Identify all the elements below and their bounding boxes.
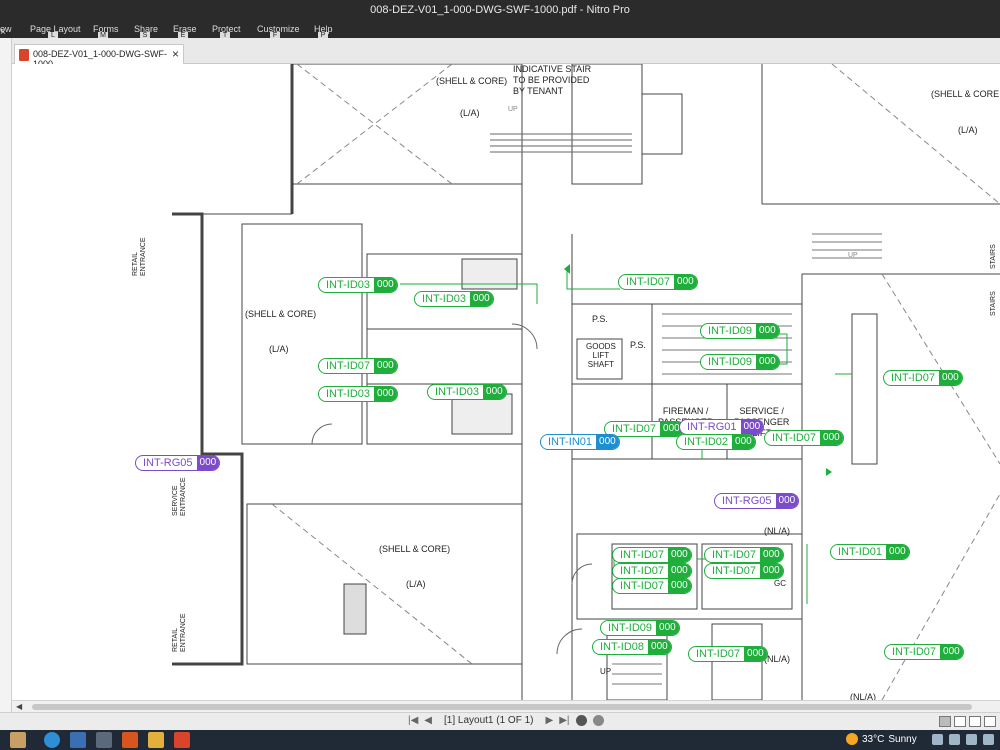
tray-app-icon[interactable] xyxy=(949,734,960,745)
start-icon[interactable] xyxy=(10,732,26,748)
weather-widget[interactable]: 33°C Sunny xyxy=(846,733,917,745)
markup-tag[interactable]: INT-ID03 000 xyxy=(414,291,494,307)
view-mode-buttons xyxy=(939,716,996,727)
markup-tag[interactable]: INT-ID07 000 xyxy=(618,274,698,290)
markup-tag[interactable]: INT-ID09 000 xyxy=(700,354,780,370)
pdf-file-icon xyxy=(19,49,29,61)
service-entrance-label: SERVICE ENTRANCE xyxy=(172,477,187,516)
markup-tag[interactable]: INT-ID08 000 xyxy=(592,639,672,655)
stair-note: INDICATIVE STAIR TO BE PROVIDED BY TENAN… xyxy=(513,64,592,96)
prev-page-button[interactable]: ◀ xyxy=(424,715,432,726)
left-panel-strip xyxy=(0,38,12,712)
edge-icon[interactable] xyxy=(44,732,60,748)
room-label: (SHELL & CORE) xyxy=(436,76,508,86)
markup-tag[interactable]: INT-ID07 000 xyxy=(688,646,768,662)
tab-view[interactable]: ew xyxy=(0,24,12,34)
gc-label: GC xyxy=(774,579,786,588)
page-navigation: |◀ ◀ [1] Layout1 (1 OF 1) ▶ ▶| xyxy=(408,715,604,726)
network-icon[interactable] xyxy=(966,734,977,745)
up-label: UP xyxy=(600,667,612,676)
markup-tag[interactable]: INT-ID09 000 xyxy=(600,620,680,636)
last-page-button[interactable]: ▶| xyxy=(559,715,569,726)
retail-entrance-label: RETAIL ENTRANCE xyxy=(172,613,187,652)
up-label: UP xyxy=(848,252,858,259)
markup-tag[interactable]: INT-RG05 000 xyxy=(135,455,221,471)
ps-label: P.S. xyxy=(630,340,646,350)
room-label: (NL/A) xyxy=(764,526,791,536)
file-explorer-icon[interactable] xyxy=(148,732,164,748)
ps-label: P.S. xyxy=(592,314,608,324)
ribbon-tabs: × ew Page Layout L Forms M Share S Erase… xyxy=(0,22,1000,40)
room-label: (SHELL & CORE xyxy=(931,89,1000,99)
page-indicator[interactable]: [1] Layout1 (1 OF 1) xyxy=(444,715,534,726)
markup-tag[interactable]: INT-ID07 000 xyxy=(883,370,963,386)
scrollbar-thumb[interactable] xyxy=(32,704,972,710)
retail-entrance-label: RETAIL ENTRANCE xyxy=(132,237,147,276)
room-label: (L/A) xyxy=(958,125,978,135)
room-label: (L/A) xyxy=(406,579,426,589)
sun-icon xyxy=(846,733,858,745)
floor-plan-linework xyxy=(172,64,1000,700)
continuous-view-icon[interactable] xyxy=(954,716,966,727)
stairs-label: STAIRS xyxy=(990,244,997,269)
room-label: (NL/A) xyxy=(764,654,791,664)
room-label: (SHELL & CORE) xyxy=(245,309,317,319)
facing-continuous-view-icon[interactable] xyxy=(984,716,996,727)
room-label: (SHELL & CORE) xyxy=(379,544,451,554)
markup-tag[interactable]: INT-ID07 000 xyxy=(318,358,398,374)
next-page-button[interactable]: ▶ xyxy=(546,715,554,726)
document-tab-bar: 008-DEZ-V01_1-000-DWG-SWF-1000 × xyxy=(12,38,1000,69)
document-tab[interactable]: 008-DEZ-V01_1-000-DWG-SWF-1000 × xyxy=(14,44,184,69)
stairs-label: STAIRS xyxy=(990,291,997,316)
markup-tag[interactable]: INT-ID03 000 xyxy=(318,277,398,293)
goods-lift-label: GOODS LIFT SHAFT xyxy=(586,342,616,369)
markup-tag[interactable]: INT-ID07 000 xyxy=(884,644,964,660)
facing-view-icon[interactable] xyxy=(969,716,981,727)
markup-tag[interactable]: INT-ID07 000 xyxy=(764,430,844,446)
temperature: 33°C xyxy=(862,733,885,745)
forward-view-icon[interactable] xyxy=(592,715,604,726)
title-bar: 008-DEZ-V01_1-000-DWG-SWF-1000.pdf - Nit… xyxy=(0,0,1000,22)
markup-tag[interactable]: INT-RG01 000 xyxy=(679,419,765,435)
markup-tag[interactable]: INT-ID09 000 xyxy=(700,323,780,339)
markup-tag[interactable]: INT-ID07 000 xyxy=(612,547,692,563)
window-title: 008-DEZ-V01_1-000-DWG-SWF-1000.pdf - Nit… xyxy=(370,4,630,16)
room-label: (L/A) xyxy=(460,108,480,118)
volume-icon[interactable] xyxy=(983,734,994,745)
markup-tag[interactable]: INT-IN01 000 xyxy=(540,434,620,450)
nitro-pdf-icon[interactable] xyxy=(174,732,190,748)
markup-tag[interactable]: INT-ID03 000 xyxy=(427,384,507,400)
weather-condition: Sunny xyxy=(888,733,917,745)
system-tray xyxy=(932,734,994,745)
close-tab-icon[interactable]: × xyxy=(172,47,179,61)
markup-tag[interactable]: INT-ID01 000 xyxy=(830,544,910,560)
scroll-left-icon[interactable]: ◀ xyxy=(16,702,22,711)
room-label: (NL/A) xyxy=(850,692,877,700)
up-label: UP xyxy=(508,106,518,113)
room-label: (L/A) xyxy=(269,344,289,354)
drawing-canvas[interactable]: (SHELL & CORE) (L/A) (SHELL & CORE) (L/A… xyxy=(12,64,1000,700)
autocad-icon[interactable] xyxy=(122,732,138,748)
markup-tag[interactable]: INT-ID03 000 xyxy=(318,386,398,402)
markup-tag[interactable]: INT-ID07 000 xyxy=(704,563,784,579)
single-page-view-icon[interactable] xyxy=(939,716,951,727)
horizontal-scrollbar[interactable]: ◀ xyxy=(12,700,1000,712)
markup-tag[interactable]: INT-ID07 000 xyxy=(612,563,692,579)
outlook-icon[interactable] xyxy=(70,732,86,748)
taskbar: 33°C Sunny xyxy=(0,730,1000,750)
status-bar: |◀ ◀ [1] Layout1 (1 OF 1) ▶ ▶| xyxy=(0,712,1000,730)
back-view-icon[interactable] xyxy=(575,715,587,726)
markup-tag[interactable]: INT-ID07 000 xyxy=(612,578,692,594)
first-page-button[interactable]: |◀ xyxy=(408,715,418,726)
calculator-icon[interactable] xyxy=(96,732,112,748)
tray-app-icon[interactable] xyxy=(932,734,943,745)
markup-tag[interactable]: INT-ID02 000 xyxy=(676,434,756,450)
markup-tag[interactable]: INT-ID07 000 xyxy=(704,547,784,563)
markup-tag[interactable]: INT-RG05 000 xyxy=(714,493,800,509)
